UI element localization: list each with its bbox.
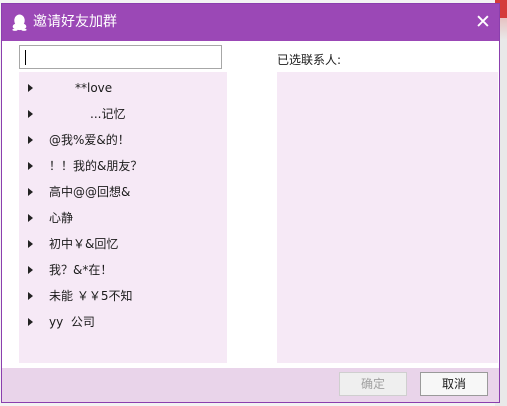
group-row[interactable]: 高中@@回想& [19,180,227,204]
close-icon[interactable]: ✕ [473,12,493,32]
group-label: 高中@@回想& [49,185,131,199]
dialog-title: 邀请好友加群 [33,14,117,30]
group-row[interactable]: @我%爱&的！ [19,128,227,152]
confirm-button[interactable]: 确定 [339,372,407,396]
friend-group-list[interactable]: **love ...记忆 @我%爱&的！ ！！我的&朋友？ 高中@@回想& 心静… [19,72,227,363]
group-label: 初中￥&回忆 [49,237,119,251]
group-label: ！！我的&朋友？ [49,159,143,173]
group-row[interactable]: **love [19,76,227,100]
group-label: 我？&*在！ [49,263,113,277]
penguin-icon [12,14,27,31]
expand-arrow-icon[interactable] [28,292,33,300]
group-row[interactable]: yy 公司 [19,310,227,334]
group-row[interactable]: ！！我的&朋友？ [19,154,227,178]
title-bar[interactable]: 邀请好友加群 ✕ [2,4,499,41]
expand-arrow-icon[interactable] [28,136,33,144]
group-label: **love [75,81,113,95]
selected-contacts-list[interactable] [277,72,498,363]
expand-arrow-icon[interactable] [28,240,33,248]
cancel-button[interactable]: 取消 [420,372,488,396]
group-label: yy 公司 [49,315,95,329]
text-caret [25,50,26,65]
group-row[interactable]: 未能 ￥￥5不知 [19,284,227,308]
expand-arrow-icon[interactable] [28,266,33,274]
expand-arrow-icon[interactable] [28,110,33,118]
expand-arrow-icon[interactable] [28,162,33,170]
group-row[interactable]: ...记忆 [19,102,227,126]
group-label: 心静 [49,211,74,225]
group-label: ...记忆 [90,107,126,121]
group-row[interactable]: 初中￥&回忆 [19,232,227,256]
invite-friends-dialog: 邀请好友加群 ✕ **love ...记忆 @我%爱&的！ ！！我的&朋友？ 高… [1,3,500,403]
expand-arrow-icon[interactable] [28,318,33,326]
selected-contacts-heading: 已选联系人: [277,53,342,67]
group-row[interactable]: 心静 [19,206,227,230]
expand-arrow-icon[interactable] [28,214,33,222]
group-row[interactable]: 我？&*在！ [19,258,227,282]
group-label: 未能 ￥￥5不知 [49,289,133,303]
group-label: @我%爱&的！ [49,133,130,147]
expand-arrow-icon[interactable] [28,188,33,196]
expand-arrow-icon[interactable] [28,84,33,92]
search-input[interactable] [19,45,222,69]
